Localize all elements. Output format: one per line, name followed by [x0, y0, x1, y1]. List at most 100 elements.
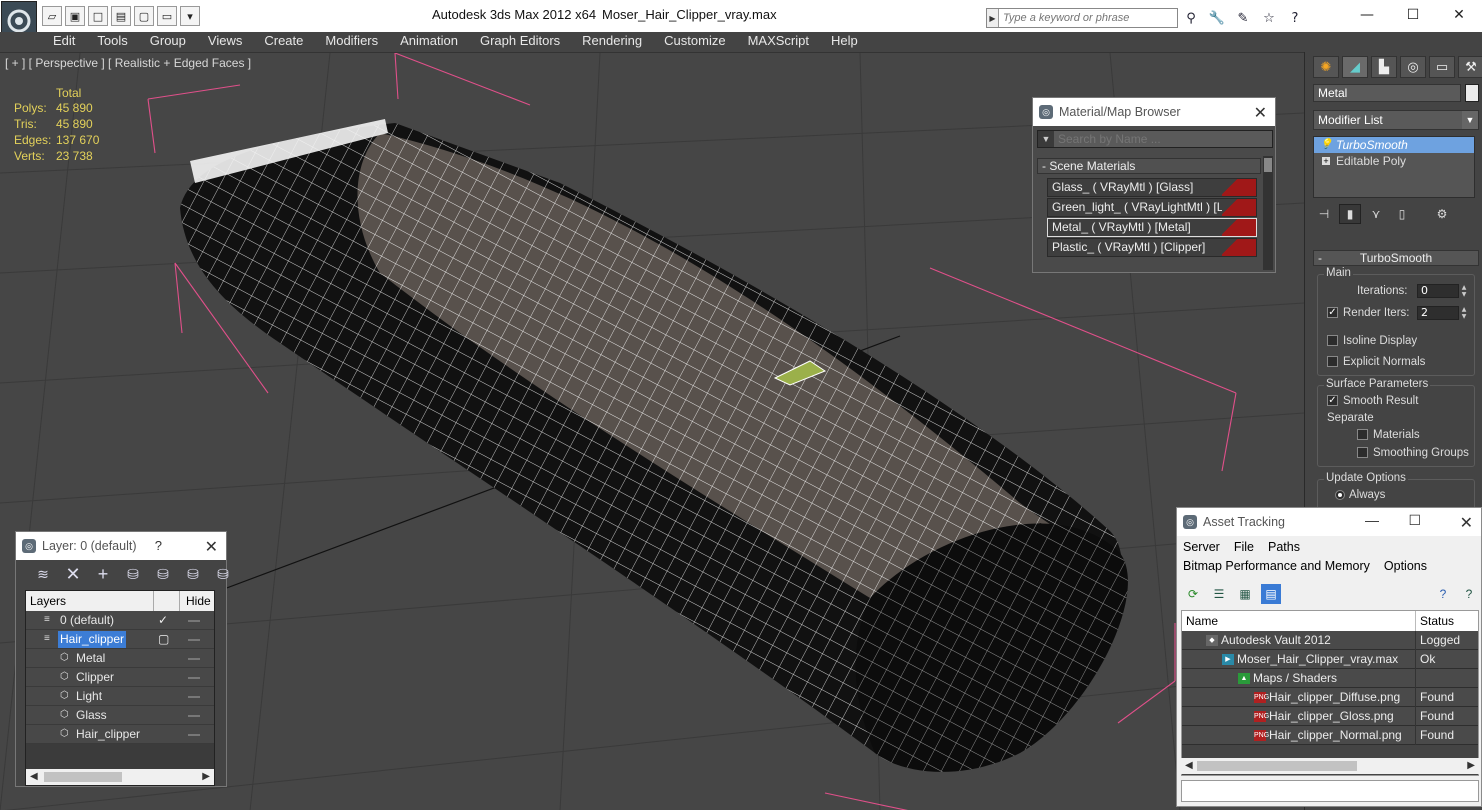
- materials-checkbox[interactable]: Materials: [1357, 429, 1420, 441]
- subscription-icon[interactable]: 🔧: [1208, 9, 1226, 27]
- create-layer-icon[interactable]: ≋: [32, 564, 54, 584]
- thumbnail-view-icon[interactable]: ▦: [1235, 584, 1255, 604]
- set-current-icon[interactable]: ▢: [158, 630, 169, 649]
- communication-center-icon[interactable]: ✎: [1234, 9, 1252, 27]
- material-item[interactable]: Plastic_ ( VRayMtl ) [Clipper]: [1047, 238, 1257, 257]
- material-list-scrollbar[interactable]: [1263, 156, 1273, 270]
- menu-item-modifiers[interactable]: Modifiers: [314, 32, 389, 52]
- close-icon[interactable]: ✕: [1254, 103, 1267, 123]
- motion-tab-icon[interactable]: ◎: [1400, 56, 1426, 78]
- help-button[interactable]: ?: [155, 538, 162, 553]
- layer-name[interactable]: Clipper: [74, 669, 116, 686]
- explicit-normals-checkbox[interactable]: Explicit Normals: [1327, 356, 1425, 368]
- minimize-icon[interactable]: —: [1344, 0, 1390, 30]
- layer-name[interactable]: 0 (default): [58, 612, 116, 629]
- menu-paths[interactable]: Paths: [1268, 540, 1300, 554]
- menu-server[interactable]: Server: [1183, 540, 1220, 554]
- spinner-arrows-icon[interactable]: ▲ ▼: [1459, 306, 1469, 320]
- column-status[interactable]: Status: [1416, 611, 1454, 631]
- asset-row[interactable]: ▶ Moser_Hair_Clipper_vray.max Ok: [1182, 650, 1478, 669]
- configure-sets-icon[interactable]: ⚙: [1431, 204, 1453, 224]
- turbosmooth-rollout-header[interactable]: - TurboSmooth: [1313, 250, 1479, 266]
- undo-icon[interactable]: ▢: [134, 6, 154, 26]
- menu-item-create[interactable]: Create: [253, 32, 314, 52]
- layer-name[interactable]: Glass: [74, 707, 109, 724]
- layer-row[interactable]: ≡ 0 (default) ✓: [26, 611, 214, 630]
- hide-toggle[interactable]: [188, 734, 200, 736]
- maximize-icon[interactable]: ☐: [1408, 512, 1421, 529]
- material-search-input[interactable]: [1054, 131, 1272, 147]
- scrollbar-thumb[interactable]: [1197, 761, 1357, 771]
- search-help-icon[interactable]: ?: [1459, 584, 1479, 604]
- asset-row[interactable]: ▲ Maps / Shaders: [1182, 669, 1478, 688]
- hide-toggle[interactable]: [188, 715, 200, 717]
- column-hide[interactable]: Hide: [180, 591, 211, 611]
- hide-toggle[interactable]: [188, 639, 200, 641]
- asset-row[interactable]: PNG Hair_clipper_Gloss.png Found: [1182, 707, 1478, 726]
- always-radio[interactable]: Always: [1335, 489, 1385, 501]
- select-objects-icon[interactable]: ⛁: [122, 564, 144, 584]
- layer-row[interactable]: ⬡ Clipper: [26, 668, 214, 687]
- make-unique-icon[interactable]: ⋎: [1365, 204, 1387, 224]
- checkbox-checked[interactable]: ✓: [1327, 307, 1338, 319]
- search-expand-icon[interactable]: ▶: [987, 9, 999, 27]
- project-folder-icon[interactable]: ▤: [111, 6, 131, 26]
- asset-row[interactable]: ◆Autodesk Vault 2012Logged Ou: [1182, 631, 1478, 666]
- modify-tab-icon[interactable]: ◢: [1342, 56, 1368, 78]
- layer-name[interactable]: Light: [74, 688, 104, 705]
- layer-name[interactable]: Metal: [74, 650, 107, 667]
- minimize-icon[interactable]: —: [1365, 512, 1379, 528]
- hierarchy-tab-icon[interactable]: ▙: [1371, 56, 1397, 78]
- asset-tracking-titlebar[interactable]: ◎ Asset Tracking — ☐ ✕: [1177, 508, 1481, 536]
- new-scene-icon[interactable]: □: [88, 6, 108, 26]
- scene-materials-section[interactable]: - Scene Materials: [1037, 158, 1261, 174]
- menu-item-help[interactable]: Help: [820, 32, 869, 52]
- iterations-spinner[interactable]: 0: [1417, 284, 1459, 298]
- render-iters-checkbox[interactable]: ✓ Render Iters:: [1327, 307, 1409, 319]
- delete-layer-icon[interactable]: ✕: [62, 564, 84, 584]
- menu-item-rendering[interactable]: Rendering: [571, 32, 653, 52]
- checkbox-unchecked[interactable]: [1327, 356, 1338, 368]
- help-icon[interactable]: ?: [1433, 584, 1453, 604]
- layer-row[interactable]: ⬡ Metal: [26, 649, 214, 668]
- menu-item-graph-editors[interactable]: Graph Editors: [469, 32, 571, 52]
- show-end-result-icon[interactable]: ▮: [1339, 204, 1361, 224]
- expand-plus-icon[interactable]: +: [1322, 157, 1330, 166]
- lightbulb-icon[interactable]: 💡: [1320, 139, 1332, 151]
- current-layer-check-icon[interactable]: ✓: [158, 611, 168, 630]
- menu-item-animation[interactable]: Animation: [389, 32, 469, 52]
- object-color-swatch[interactable]: [1465, 84, 1479, 102]
- hide-all-icon[interactable]: ⛁: [212, 564, 234, 584]
- scrollbar-thumb[interactable]: [1264, 158, 1272, 172]
- menu-item-views[interactable]: Views: [197, 32, 253, 52]
- material-browser-titlebar[interactable]: ◎ Material/Map Browser ✕: [1033, 98, 1275, 126]
- stack-item-editable-poly[interactable]: + Editable Poly: [1314, 153, 1474, 169]
- scroll-right-icon[interactable]: ▶: [1467, 758, 1475, 774]
- pin-stack-icon[interactable]: ⊣: [1313, 204, 1335, 224]
- menu-item-group[interactable]: Group: [139, 32, 197, 52]
- checkbox-unchecked[interactable]: [1327, 335, 1338, 347]
- smoothing-groups-checkbox[interactable]: Smoothing Groups: [1357, 447, 1469, 459]
- list-view-icon[interactable]: ☰: [1209, 584, 1229, 604]
- checkbox-unchecked[interactable]: [1357, 447, 1368, 459]
- hide-toggle[interactable]: [188, 658, 200, 660]
- object-name-field[interactable]: Metal: [1313, 84, 1461, 102]
- qat-dropdown-icon[interactable]: ▾: [180, 6, 200, 26]
- add-to-layer-icon[interactable]: +: [92, 564, 114, 584]
- close-icon[interactable]: ✕: [1436, 0, 1482, 30]
- layer-name[interactable]: Hair_clipper: [74, 726, 142, 743]
- set-current-layer-icon[interactable]: ⛁: [182, 564, 204, 584]
- column-name[interactable]: Name: [1182, 611, 1416, 631]
- scroll-left-icon[interactable]: ◀: [1185, 758, 1193, 774]
- hide-toggle[interactable]: [188, 677, 200, 679]
- menu-options[interactable]: Options: [1384, 559, 1427, 573]
- asset-status-field[interactable]: [1181, 780, 1479, 802]
- redo-icon[interactable]: ▭: [157, 6, 177, 26]
- spinner-arrows-icon[interactable]: ▲ ▼: [1459, 284, 1469, 298]
- help-icon[interactable]: ?: [1286, 9, 1304, 27]
- radio-selected[interactable]: [1335, 489, 1345, 500]
- modifier-list-dropdown[interactable]: Modifier List ▼: [1313, 110, 1479, 130]
- isoline-display-checkbox[interactable]: Isoline Display: [1327, 335, 1417, 347]
- asset-row[interactable]: PNG Hair_clipper_Normal.png Found: [1182, 726, 1478, 745]
- open-file-icon[interactable]: ▱: [42, 6, 62, 26]
